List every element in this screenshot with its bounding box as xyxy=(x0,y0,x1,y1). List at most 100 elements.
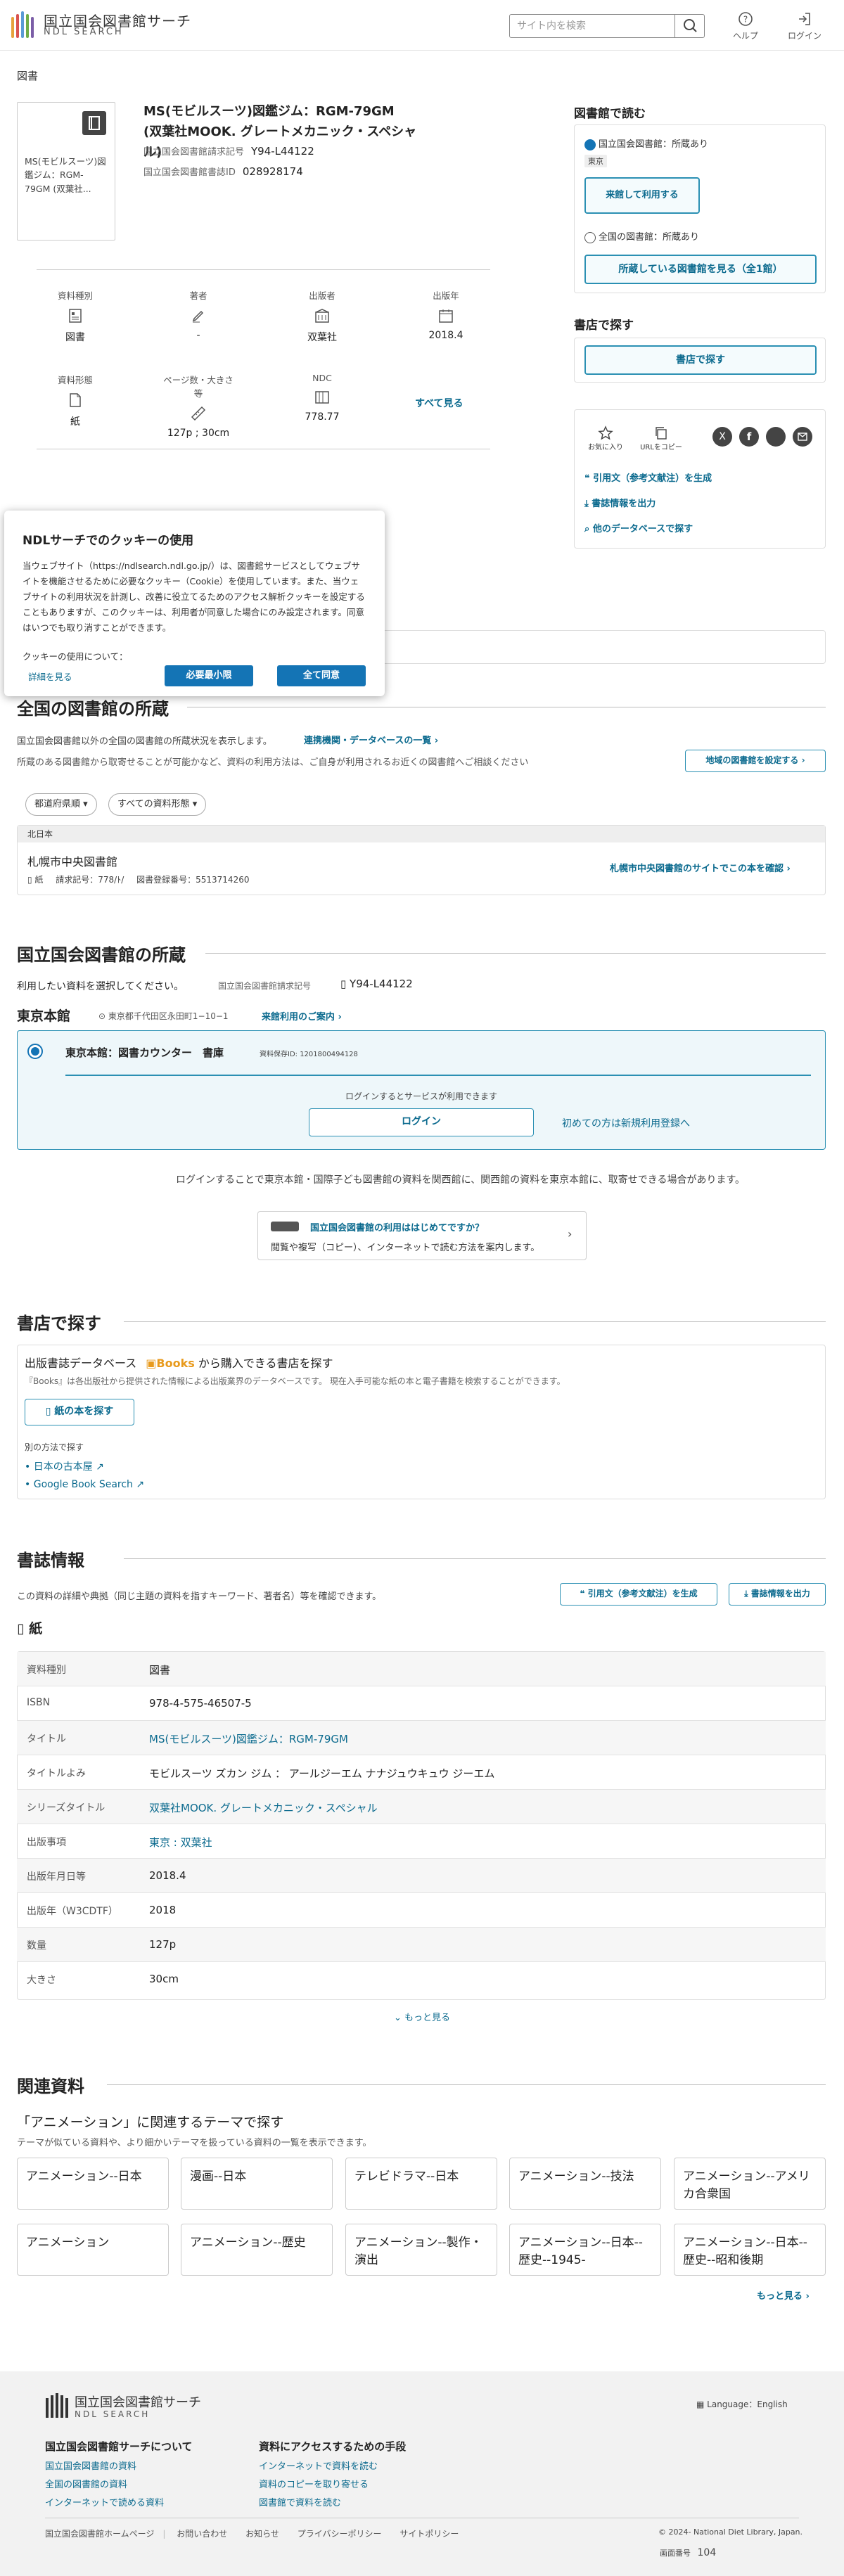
login-link[interactable]: ログイン xyxy=(784,11,826,41)
logo-subtitle: NDL SEARCH xyxy=(44,27,124,37)
books-db-title: 出版書誌データベース ▣Books から購入できる書店を探す xyxy=(25,1354,333,1371)
footer-bottom-link[interactable]: サイトポリシー xyxy=(399,2529,459,2539)
paper-book-label: 紙の本を探す xyxy=(54,1406,114,1417)
cookie-body: 当ウェブサイト（https://ndlsearch.ndl.go.jp/）は、図… xyxy=(23,560,365,633)
footer-link[interactable]: インターネットで資料を読む xyxy=(259,2459,378,2472)
facebook-share-icon[interactable]: f xyxy=(739,427,759,447)
biblio-export-button[interactable]: ⤓ 書誌情報を出力 xyxy=(729,1583,826,1606)
footer-link[interactable]: 図書館で資料を読む xyxy=(259,2495,341,2508)
shop-button[interactable]: 書店で探す xyxy=(584,345,817,375)
theme-card[interactable]: アニメーション--日本--歴史--昭和後期 xyxy=(674,2224,826,2276)
region-button-label: 地域の図書館を設定する xyxy=(705,755,799,765)
divider xyxy=(107,2084,826,2085)
footer-bottom-link[interactable]: お問い合わせ xyxy=(177,2529,227,2539)
attr-label: 出版年 xyxy=(433,290,459,301)
theme-card[interactable]: テレビドラマ--日本 xyxy=(345,2158,497,2210)
publisher-link[interactable]: 東京 : 双葉社 xyxy=(149,1835,212,1850)
related-more-link[interactable]: もっと見る › xyxy=(757,2288,810,2302)
kosho-label: 日本の古本屋 xyxy=(33,1461,93,1473)
ndl-logo-icon[interactable] xyxy=(10,10,38,41)
theme-card[interactable]: アニメーション--製作・演出 xyxy=(345,2224,497,2276)
external-link-icon: ↗ xyxy=(96,1461,104,1473)
footer-link[interactable]: 資料のコピーを取り寄せる xyxy=(259,2477,369,2490)
google-book-link[interactable]: • Google Book Search ↗ xyxy=(25,1479,144,1490)
search-button[interactable] xyxy=(674,14,705,38)
download-icon: ⤓ xyxy=(584,499,592,509)
attr-ndc: NDC 778.77 xyxy=(283,373,361,423)
footer-logo-subtitle: NDL SEARCH xyxy=(75,2409,151,2419)
footer-logo-title[interactable]: 国立国会図書館サーチ xyxy=(75,2392,201,2411)
theme-card[interactable]: アニメーション--技法 xyxy=(509,2158,661,2210)
visit-guide-link[interactable]: 来館利用のご案内 › xyxy=(262,1009,342,1023)
cookie-title: NDLサーチでのクッキーの使用 xyxy=(23,534,194,548)
export-link[interactable]: ⤓ 書誌情報を出力 xyxy=(584,496,656,509)
line-share-icon[interactable] xyxy=(766,427,786,447)
biblio-heading: 書誌情報 xyxy=(17,1551,84,1570)
mail-share-icon[interactable] xyxy=(793,427,812,447)
theme-card[interactable]: アニメーション xyxy=(17,2224,169,2276)
biblio-cite-button[interactable]: ❝ 引用文（参考文献注）を生成 xyxy=(560,1583,717,1606)
library-site-label: 札幌市中央図書館のサイトでこの本を確認 xyxy=(610,864,784,874)
paper-book-button[interactable]: ▯ 紙の本を探す xyxy=(25,1399,134,1425)
footer-link[interactable]: 全国の図書館の資料 xyxy=(45,2477,127,2490)
footer-bottom-link[interactable]: お知らせ xyxy=(245,2529,279,2539)
title-link[interactable]: MS(モビルスーツ)図鑑ジム：RGM-79GM xyxy=(149,1731,348,1746)
form-filter-select[interactable]: すべての資料形態 ▾ xyxy=(108,793,207,816)
coop-link-label: 連携機関・データベースの一覧 xyxy=(304,736,432,746)
cookie-minimum-button[interactable]: 必要最小限 xyxy=(165,665,253,686)
footer: 国立国会図書館サーチ NDL SEARCH ▦ Language：English… xyxy=(0,2371,844,2576)
theme-card[interactable]: アニメーション--日本 xyxy=(17,2158,169,2210)
login-button[interactable]: ログイン xyxy=(309,1108,534,1136)
ruler-icon xyxy=(191,406,206,421)
biblio-desc: この資料の詳細や典拠（同じ主題の資料を指すキーワード、著者名）等を確認できます。 xyxy=(17,1591,382,1602)
theme-card[interactable]: アニメーション--歴史 xyxy=(181,2224,333,2276)
theme-card[interactable]: アニメーション--日本--歴史--1945- xyxy=(509,2224,661,2276)
help-link[interactable]: ? ヘルプ xyxy=(724,11,767,41)
attr-value: 双葉社 xyxy=(307,332,337,343)
language-switch[interactable]: ▦ Language：English xyxy=(696,2398,788,2410)
ndl-holding-label: 国立国会図書館：所蔵あり xyxy=(599,139,709,150)
globe-icon xyxy=(584,231,596,243)
divider xyxy=(124,1321,826,1322)
theme-card[interactable]: 漫画--日本 xyxy=(181,2158,333,2210)
favorite-button[interactable]: お気に入り xyxy=(584,425,627,451)
cookie-accept-all-button[interactable]: 全て同意 xyxy=(277,665,366,686)
copy-url-label: URLをコピー xyxy=(640,444,682,451)
kosho-link[interactable]: • 日本の古本屋 ↗ xyxy=(25,1459,104,1473)
footer-bottom-link[interactable]: プライバシーポリシー xyxy=(298,2529,382,2539)
copy-url-button[interactable]: URLをコピー xyxy=(637,425,686,451)
series-link[interactable]: 双葉社MOOK. グレートメカニック・スペシャル xyxy=(149,1800,378,1815)
register-link[interactable]: 初めての方は新規利用登録へ xyxy=(562,1116,690,1130)
book-icon: ▯ xyxy=(45,1406,55,1417)
footer-logo-icon xyxy=(45,2392,69,2419)
region-button[interactable]: 地域の図書館を設定する › xyxy=(685,750,826,772)
footer-link[interactable]: インターネットで読める資料 xyxy=(45,2495,164,2508)
first-time-card[interactable]: 国立国会図書館の利用ははじめてですか？ 閲覧や複写（コピー）、インターネットで読… xyxy=(257,1211,587,1260)
paper-icon: ▯ xyxy=(17,1621,30,1636)
google-book-label: Google Book Search xyxy=(33,1479,133,1490)
cookie-more-link[interactable]: 詳細を見る xyxy=(28,669,72,683)
cite-link[interactable]: ❝ 引用文（参考文献注）を生成 xyxy=(584,470,712,484)
holding-radio[interactable] xyxy=(27,1044,43,1059)
coop-link[interactable]: 連携機関・データベースの一覧 › xyxy=(304,733,438,746)
help-label: ヘルプ xyxy=(732,31,758,41)
see-all-link[interactable]: すべて見る xyxy=(415,396,463,410)
table-row: シリーズタイトル 双葉社MOOK. グレートメカニック・スペシャル xyxy=(17,1790,826,1824)
search-icon: ⌕ xyxy=(584,524,593,534)
theme-card[interactable]: アニメーション--アメリカ合衆国 xyxy=(674,2158,826,2210)
footer-bottom-links: 国立国会図書館ホームページ | お問い合わせ お知らせ プライバシーポリシー サイ… xyxy=(45,2529,459,2539)
biblio-more-button[interactable]: ⌄ もっと見る xyxy=(0,2010,844,2023)
visit-button[interactable]: 来館して利用する xyxy=(584,177,700,214)
bib-id: 国立国会図書館書誌ID 028928174 xyxy=(143,165,303,178)
footer-link[interactable]: 国立国会図書館の資料 xyxy=(45,2459,136,2472)
pref-sort-select[interactable]: 都道府県順 ▾ xyxy=(25,793,97,816)
library-site-link[interactable]: 札幌市中央図書館のサイトでこの本を確認 › xyxy=(610,861,791,874)
all-libraries-button[interactable]: 所蔵している図書館を見る（全1館） xyxy=(584,255,817,284)
other-db-link[interactable]: ⌕ 他のデータベースで探す xyxy=(584,521,693,534)
ndl-heading: 国立国会図書館の所蔵 xyxy=(17,945,186,965)
footer-bottom-link[interactable]: 国立国会図書館ホームページ xyxy=(45,2529,154,2539)
related-desc: テーマが似ている資料や、より細かいテーマを扱っている資料の一覧を表示できます。 xyxy=(17,2138,372,2148)
books-db-desc: 『Books』は各出版社から提供された情報による出版業界のデータベースです。 現… xyxy=(25,1376,565,1386)
library-call-label: 請求記号： xyxy=(56,875,98,885)
x-share-icon[interactable]: X xyxy=(712,427,732,447)
